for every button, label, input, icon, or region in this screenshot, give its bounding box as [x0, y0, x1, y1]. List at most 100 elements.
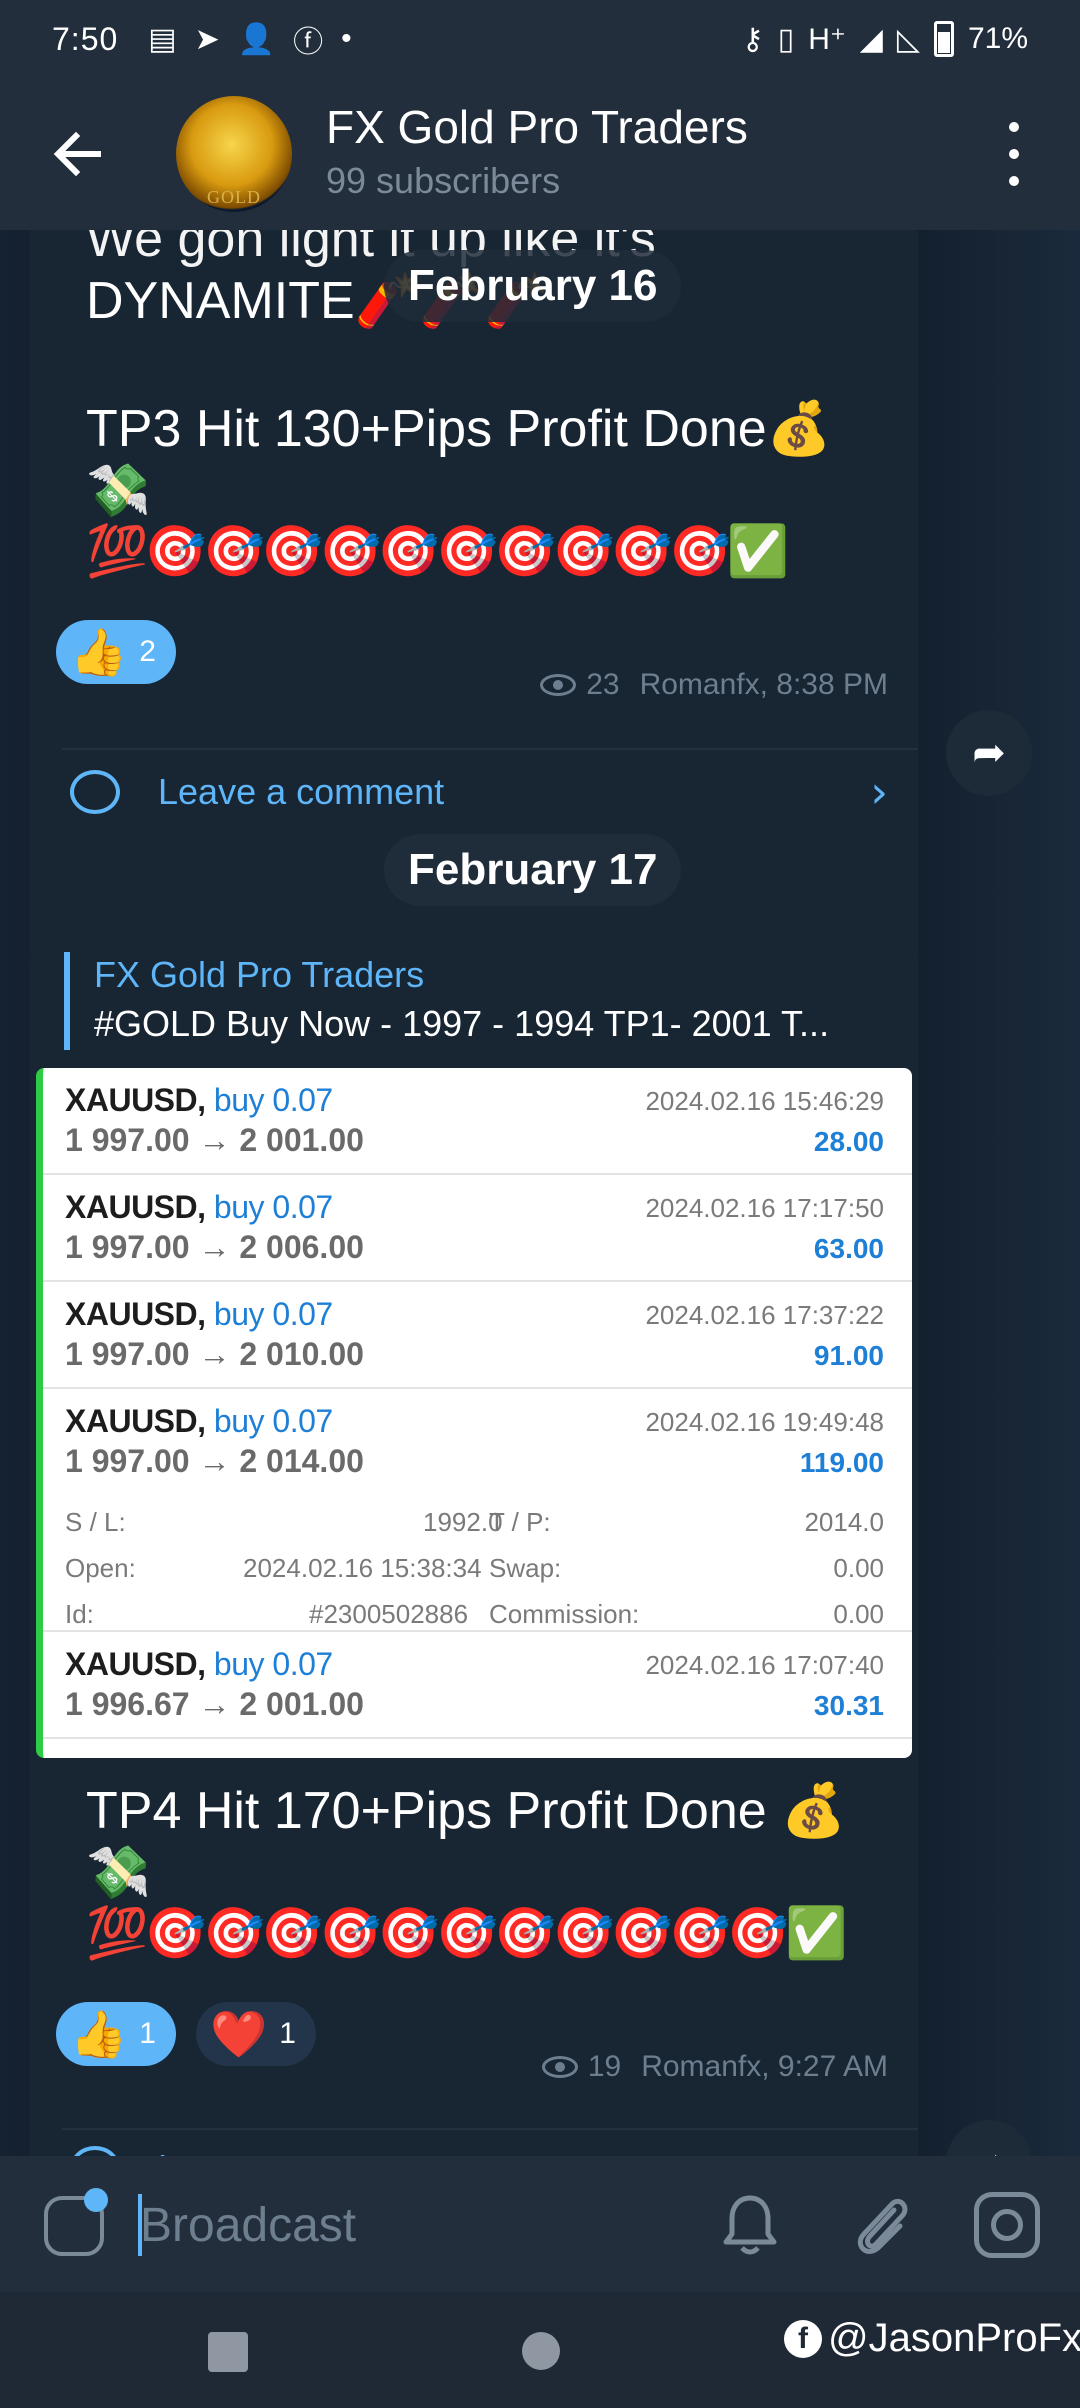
open-label: Open:	[65, 1553, 136, 1583]
trade-symbol: XAUUSD,	[65, 1646, 206, 1682]
chat-header: GOLD FX Gold Pro Traders 99 subscribers	[0, 78, 1080, 230]
telegram-icon: ➤	[194, 22, 220, 56]
vibrate-icon: ▯	[777, 22, 795, 56]
trade-history-image[interactable]: XAUUSD, buy 0.07 1 997.00 → 2 001.00 202…	[36, 1068, 912, 1758]
reaction-count: 1	[279, 2017, 296, 2050]
reaction-thumbs-up[interactable]: 👍 1	[56, 2002, 176, 2066]
view-count: 23	[586, 668, 620, 701]
trade-price: 1 997.00 → 2 001.00	[65, 1122, 364, 1158]
recents-button[interactable]	[208, 2332, 248, 2372]
trade-row: XAUUSD, buy 0.07 1 997.00 → 2 001.00 202…	[43, 1068, 912, 1175]
leave-comment-button[interactable]: Leave a comment ›	[70, 752, 888, 832]
view-count: 19	[587, 2050, 622, 2083]
trade-profit: 28.00	[813, 1126, 884, 1157]
trade-row: XAUUSD, buy 0.07 1 996.67 → 2 001.00 202…	[43, 1632, 912, 1739]
trade-side: buy 0.07	[213, 1082, 333, 1118]
reaction-thumbs-up[interactable]: 👍 2	[56, 620, 176, 684]
swap-label: Swap:	[489, 1553, 562, 1583]
network-type: H⁺	[808, 22, 846, 56]
id-value: #2300502886	[309, 1599, 469, 1629]
trade-row-expanded: XAUUSD, buy 0.07 1 997.00 → 2 014.00 202…	[43, 1389, 912, 1632]
trade-date: 2024.02.16 17:07:40	[645, 1650, 884, 1680]
vpn-key-icon: ⚷	[741, 22, 764, 56]
leave-comment-button[interactable]: Leave a comment ›	[70, 2128, 888, 2156]
forward-preview: #GOLD Buy Now - 1997 - 1994 TP1- 2001 T.…	[94, 1003, 830, 1044]
sticker-notification-dot	[84, 2188, 108, 2212]
swap-value: 0.00	[833, 1553, 884, 1583]
message-list[interactable]: We gon light it up like it's DYNAMITE🧨🧨🧨…	[0, 230, 1080, 2156]
reaction-count: 2	[139, 635, 156, 668]
back-arrow-icon[interactable]	[48, 124, 108, 184]
composer-bar: Broadcast	[0, 2156, 1080, 2292]
trade-price: 1 997.00 → 2 006.00	[65, 1229, 364, 1265]
trade-price: 1 997.00 → 2 014.00	[65, 1443, 364, 1479]
author-time: Romanfx, 8:38 PM	[639, 668, 888, 701]
message-meta: 19 Romanfx, 9:27 AM	[541, 2050, 888, 2084]
money-emoji: 💸	[86, 462, 151, 520]
forwarded-header[interactable]: FX Gold Pro Traders #GOLD Buy Now - 1997…	[64, 952, 884, 1050]
comment-bubble-icon	[70, 770, 120, 814]
signal-icon-2: ◺	[896, 22, 920, 56]
trade-symbol: XAUUSD,	[65, 1189, 206, 1225]
views-eye-icon	[541, 2056, 578, 2078]
date-separator: February 17	[384, 834, 682, 906]
channel-avatar[interactable]: GOLD	[176, 96, 292, 212]
signal-icon: ◢	[859, 22, 883, 56]
battery-percent: 71%	[967, 22, 1028, 55]
trade-date: 2024.02.16 17:37:22	[645, 1300, 884, 1330]
status-bar: 7:50 ▤ ➤ 👤 ⓕ • ⚷ ▯ H⁺ ◢ ◺ 71%	[0, 0, 1080, 78]
thumbs-up-icon: 👍	[70, 2007, 128, 2060]
trade-symbol: XAUUSD,	[65, 1296, 206, 1332]
trade-side: buy 0.07	[213, 1403, 333, 1439]
trade-side: buy 0.07	[213, 1646, 333, 1682]
trade-price: 1 996.67 → 2 001.00	[65, 1686, 364, 1722]
trade-profit: 63.00	[813, 1233, 884, 1264]
tp-label: T / P:	[489, 1507, 551, 1537]
views-eye-icon	[540, 674, 577, 696]
commission-label: Commission:	[489, 1599, 640, 1629]
trade-symbol: XAUUSD,	[65, 1403, 206, 1439]
home-button[interactable]	[522, 2332, 560, 2370]
watermark: f @JasonProFx	[784, 2316, 1080, 2361]
id-label: Id:	[65, 1599, 94, 1629]
channel-title[interactable]: FX Gold Pro Traders	[326, 100, 748, 154]
trade-price: 1 997.00 → 2 010.00	[65, 1336, 364, 1372]
attach-paperclip-icon[interactable]	[850, 2190, 914, 2258]
more-options-icon[interactable]	[996, 122, 1032, 186]
open-value: 2024.02.16 15:38:34	[243, 1553, 482, 1583]
reaction-heart[interactable]: ❤️ 1	[196, 2002, 316, 2066]
thumbs-up-icon: 👍	[70, 625, 128, 678]
bell-notification-icon[interactable]	[720, 2192, 780, 2256]
news-icon: ▤	[148, 22, 177, 56]
money-emoji: 💸	[86, 1844, 151, 1902]
trade-symbol: XAUUSD,	[65, 1082, 206, 1118]
share-forward-icon[interactable]: ➦	[946, 710, 1032, 796]
trade-profit: 30.31	[813, 1690, 884, 1721]
trade-date: 2024.02.16 19:49:48	[645, 1407, 884, 1437]
trade-profit: 91.00	[813, 1340, 884, 1371]
emoji-row: 💯🎯🎯🎯🎯🎯🎯🎯🎯🎯🎯✅	[86, 523, 789, 579]
system-icons: ⚷ ▯ H⁺ ◢ ◺ 71%	[742, 21, 1028, 57]
divider	[62, 748, 918, 750]
facebook-logo-icon: f	[784, 2319, 822, 2358]
chevron-right-icon: ›	[870, 2143, 888, 2157]
trade-row: XAUUSD, buy 0.07 1 997.00 → 2 010.00 202…	[43, 1282, 912, 1389]
person-add-icon: 👤	[237, 22, 276, 56]
message-text: TP4 Hit 170+Pips Profit Done 💰	[86, 1782, 846, 1840]
leave-comment-label: Leave a comment	[158, 2147, 444, 2156]
broadcast-input[interactable]: Broadcast	[140, 2198, 356, 2253]
message-bubble[interactable]: We gon light it up like it's DYNAMITE🧨🧨🧨…	[30, 230, 918, 1040]
notification-icons: ▤ ➤ 👤 ⓕ •	[148, 17, 351, 61]
forward-from[interactable]: FX Gold Pro Traders	[94, 952, 884, 998]
trade-date: 2024.02.16 15:46:29	[645, 1086, 884, 1116]
subscriber-count: 99 subscribers	[326, 160, 561, 201]
author-time: Romanfx, 9:27 AM	[641, 2050, 888, 2083]
avatar-logo-text: GOLD	[207, 187, 261, 207]
comment-bubble-icon	[70, 2146, 120, 2156]
share-forward-icon[interactable]: ➦	[946, 2120, 1032, 2156]
heart-icon: ❤️	[210, 2007, 268, 2060]
trade-side: buy 0.07	[213, 1296, 333, 1332]
camera-icon[interactable]	[974, 2192, 1040, 2258]
message-bubble[interactable]: FX Gold Pro Traders #GOLD Buy Now - 1997…	[30, 928, 918, 2156]
emoji-row: 💯🎯🎯🎯🎯🎯🎯🎯🎯🎯🎯🎯✅	[86, 1905, 847, 1961]
